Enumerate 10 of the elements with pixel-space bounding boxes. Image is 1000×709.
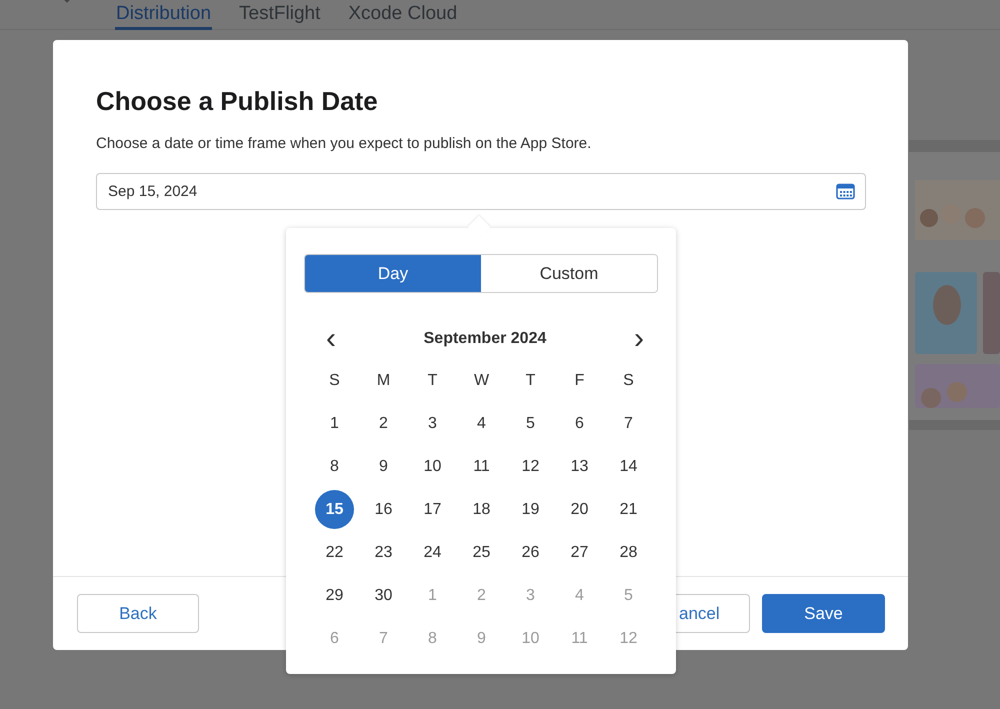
weekday-label: T <box>428 372 438 390</box>
dialog-description: Choose a date or time frame when you expect to publish on the App Store. <box>96 135 592 152</box>
dialog-title: Choose a Publish Date <box>96 86 379 117</box>
weekday-label: M <box>376 372 390 390</box>
weekday-label: S <box>329 372 340 390</box>
weekday-label: T <box>526 372 536 390</box>
weekday-label: W <box>474 372 490 390</box>
month-title: September 2024 <box>424 330 546 348</box>
weekday-label: F <box>574 372 584 390</box>
weekday-label: S <box>623 372 634 390</box>
